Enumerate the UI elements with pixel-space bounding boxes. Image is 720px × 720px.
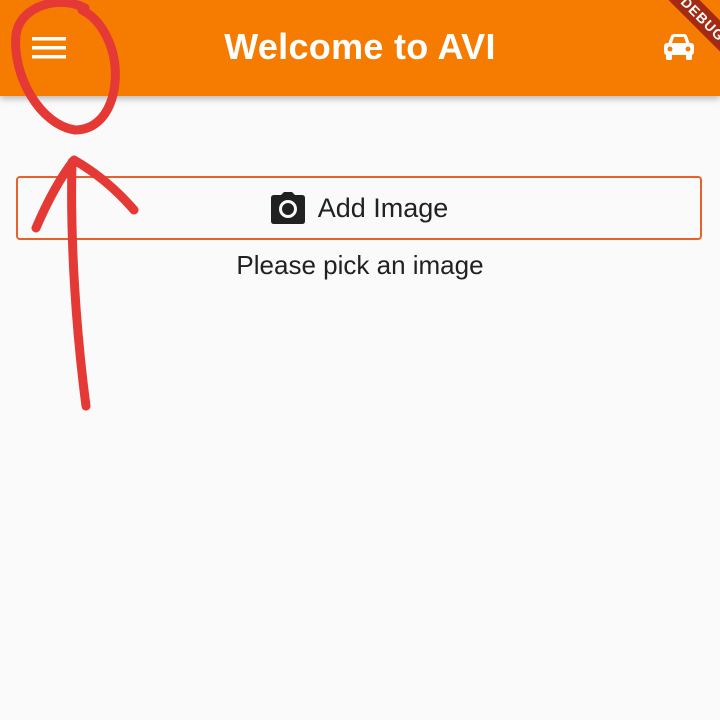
- car-icon: [664, 34, 694, 60]
- red-annotation-overlay: [11, 0, 139, 411]
- add-image-label: Add Image: [317, 192, 449, 223]
- camera-icon: [270, 192, 306, 224]
- car-button[interactable]: [654, 27, 704, 67]
- pick-image-hint: Please pick an image: [236, 250, 484, 280]
- app-title: Welcome to AVI: [224, 26, 496, 67]
- add-image-button[interactable]: Add Image: [16, 176, 702, 240]
- app-bar: Welcome to AVI DEBUG: [0, 0, 720, 96]
